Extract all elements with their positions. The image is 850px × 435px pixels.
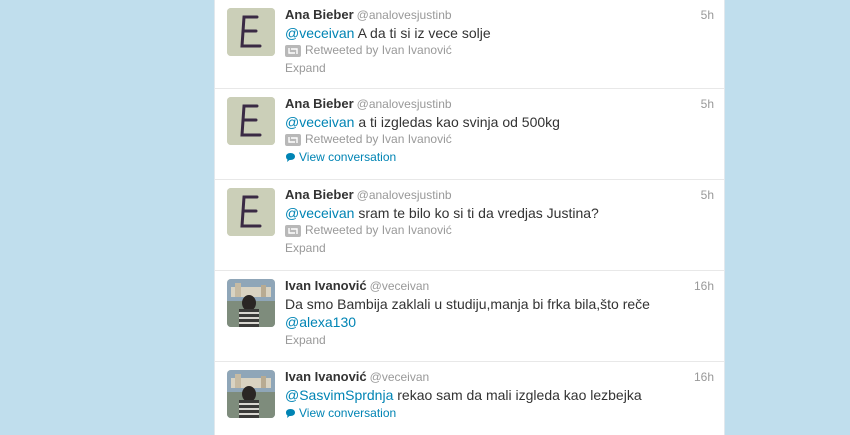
expand-link[interactable]: Expand bbox=[285, 331, 714, 349]
view-conversation-label[interactable]: View conversation bbox=[299, 148, 396, 166]
mention-link[interactable]: @alexa130 bbox=[285, 314, 356, 330]
author-name[interactable]: Ivan Ivanović bbox=[285, 369, 367, 384]
view-conversation-link[interactable]: View conversation bbox=[285, 148, 714, 166]
retweet-indicator: Retweeted by Ivan Ivanović bbox=[285, 131, 714, 148]
photo-avatar-icon bbox=[227, 370, 275, 418]
retweet-icon bbox=[285, 224, 301, 237]
tweet-text: @veceivan sram te bilo ko si ti da vredj… bbox=[285, 204, 714, 222]
author-name[interactable]: Ana Bieber bbox=[285, 187, 354, 202]
tweet-item[interactable]: Ana Bieber @analovesjustinb 5h @veceivan … bbox=[215, 0, 724, 89]
tweet-body: Da smo Bambija zaklali u studiju,manja b… bbox=[285, 296, 650, 312]
tweet-body: a ti izgledas kao svinja od 500kg bbox=[354, 114, 560, 130]
mention-link[interactable]: @SasvimSprdnja bbox=[285, 387, 393, 403]
retweet-icon bbox=[285, 44, 301, 57]
avatar[interactable] bbox=[227, 279, 275, 327]
tweet-timeline: Ana Bieber @analovesjustinb 5h @veceivan … bbox=[214, 0, 725, 435]
mention-link[interactable]: @veceivan bbox=[285, 114, 354, 130]
tweet-timestamp[interactable]: 5h bbox=[701, 6, 714, 24]
tweet-body: rekao sam da mali izgleda kao lezbejka bbox=[393, 387, 642, 403]
avatar[interactable] bbox=[227, 370, 275, 418]
retweeted-by-label[interactable]: Retweeted by Ivan Ivanović bbox=[305, 131, 452, 148]
letter-e-avatar-icon bbox=[227, 97, 275, 145]
tweet-item[interactable]: Ivan Ivanović @veceivan 16h Da smo Bambij… bbox=[215, 271, 724, 362]
letter-e-avatar-icon bbox=[227, 188, 275, 236]
tweet-item[interactable]: Ana Bieber @analovesjustinb 5h @veceivan … bbox=[215, 89, 724, 180]
mention-link[interactable]: @veceivan bbox=[285, 25, 354, 41]
conversation-bubble-icon bbox=[286, 152, 295, 162]
author-name[interactable]: Ivan Ivanović bbox=[285, 278, 367, 293]
tweet-timestamp[interactable]: 5h bbox=[701, 95, 714, 113]
expand-link[interactable]: Expand bbox=[285, 239, 714, 257]
tweet-timestamp[interactable]: 5h bbox=[701, 186, 714, 204]
retweeted-by-label[interactable]: Retweeted by Ivan Ivanović bbox=[305, 222, 452, 239]
author-handle[interactable]: @veceivan bbox=[370, 279, 430, 293]
conversation-bubble-icon bbox=[286, 408, 295, 418]
photo-avatar-icon bbox=[227, 279, 275, 327]
tweet-text: @veceivan A da ti si iz vece solje bbox=[285, 24, 714, 42]
tweet-text: @veceivan a ti izgledas kao svinja od 50… bbox=[285, 113, 714, 131]
tweet-timestamp[interactable]: 16h bbox=[694, 277, 714, 295]
tweet-body: sram te bilo ko si ti da vredjas Justina… bbox=[354, 205, 599, 221]
author-handle[interactable]: @analovesjustinb bbox=[357, 97, 452, 111]
letter-e-avatar-icon bbox=[227, 8, 275, 56]
avatar[interactable] bbox=[227, 188, 275, 236]
retweet-icon bbox=[285, 133, 301, 146]
retweeted-by-label[interactable]: Retweeted by Ivan Ivanović bbox=[305, 42, 452, 59]
tweet-text: @SasvimSprdnja rekao sam da mali izgleda… bbox=[285, 386, 714, 404]
expand-link[interactable]: Expand bbox=[285, 59, 714, 77]
author-handle[interactable]: @analovesjustinb bbox=[357, 188, 452, 202]
avatar[interactable] bbox=[227, 8, 275, 56]
mention-link[interactable]: @veceivan bbox=[285, 205, 354, 221]
author-handle[interactable]: @veceivan bbox=[370, 370, 430, 384]
tweet-item[interactable]: Ana Bieber @analovesjustinb 5h @veceivan … bbox=[215, 180, 724, 271]
tweet-timestamp[interactable]: 16h bbox=[694, 368, 714, 386]
tweet-body: A da ti si iz vece solje bbox=[354, 25, 491, 41]
avatar[interactable] bbox=[227, 97, 275, 145]
tweet-item[interactable]: Ivan Ivanović @veceivan 16h @SasvimSprdnj… bbox=[215, 362, 724, 435]
view-conversation-link[interactable]: View conversation bbox=[285, 404, 714, 422]
author-handle[interactable]: @analovesjustinb bbox=[357, 8, 452, 22]
retweet-indicator: Retweeted by Ivan Ivanović bbox=[285, 42, 714, 59]
view-conversation-label[interactable]: View conversation bbox=[299, 404, 396, 422]
author-name[interactable]: Ana Bieber bbox=[285, 7, 354, 22]
author-name[interactable]: Ana Bieber bbox=[285, 96, 354, 111]
retweet-indicator: Retweeted by Ivan Ivanović bbox=[285, 222, 714, 239]
tweet-text: Da smo Bambija zaklali u studiju,manja b… bbox=[285, 295, 714, 331]
